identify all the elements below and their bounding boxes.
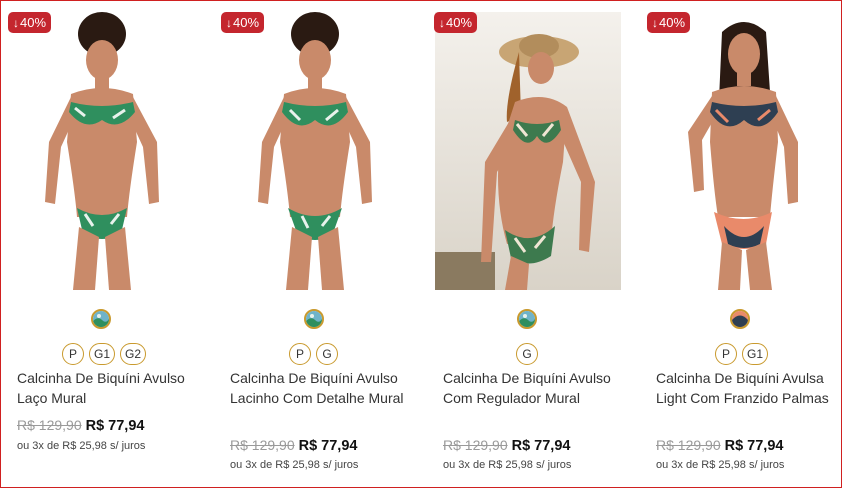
color-swatch[interactable]	[304, 309, 324, 329]
product-card[interactable]: ↓40%	[426, 0, 639, 488]
size-options: P G1	[715, 343, 769, 365]
price-row: R$ 129,90 R$ 77,94	[656, 437, 783, 454]
product-image[interactable]	[648, 12, 834, 290]
product-card[interactable]: ↓40%	[0, 0, 213, 488]
discount-value: 40%	[659, 15, 686, 30]
discount-badge: ↓40%	[8, 12, 52, 33]
green-print-swatch-icon	[306, 311, 322, 327]
current-price: R$ 77,94	[724, 438, 784, 454]
price-row: R$ 129,90 R$ 77,94	[230, 437, 357, 454]
down-arrow-icon: ↓	[439, 16, 445, 30]
old-price: R$ 129,90	[656, 437, 721, 453]
color-swatch[interactable]	[730, 309, 750, 329]
old-price: R$ 129,90	[17, 417, 82, 433]
old-price: R$ 129,90	[443, 437, 508, 453]
price-row: R$ 129,90 R$ 77,94	[443, 437, 570, 454]
price-row: R$ 129,90 R$ 77,94	[17, 417, 144, 434]
product-image[interactable]	[222, 12, 408, 290]
size-option-g[interactable]: G	[516, 343, 538, 365]
discount-value: 40%	[20, 15, 47, 30]
current-price: R$ 77,94	[298, 438, 358, 454]
installments-text: ou 3x de R$ 25,98 s/ juros	[17, 440, 146, 452]
size-option-g1[interactable]: G1	[89, 343, 116, 365]
down-arrow-icon: ↓	[652, 16, 658, 30]
size-options: P G1 G2	[62, 343, 147, 365]
product-grid: ↓40% P G1 G2 Calcinha De Biquíni Avulso …	[0, 0, 842, 488]
product-image[interactable]	[435, 12, 621, 290]
size-option-p[interactable]: P	[715, 343, 737, 365]
green-print-swatch-icon	[93, 311, 109, 327]
size-options: P G	[289, 343, 338, 365]
installments-text: ou 3x de R$ 25,98 s/ juros	[443, 459, 572, 471]
product-name[interactable]: Calcinha De Biquíni Avulso Lacinho Com D…	[230, 368, 410, 408]
discount-badge: ↓40%	[221, 12, 265, 33]
product-name[interactable]: Calcinha De Biquíni Avulso Com Regulador…	[443, 368, 623, 408]
down-arrow-icon: ↓	[226, 16, 232, 30]
installments-text: ou 3x de R$ 25,98 s/ juros	[656, 459, 785, 471]
product-card[interactable]: ↓40% P G1 Calcinha De Biquíni Avulsa Lig…	[639, 0, 842, 488]
size-option-p[interactable]: P	[62, 343, 84, 365]
current-price: R$ 77,94	[511, 438, 571, 454]
product-card[interactable]: ↓40%	[213, 0, 426, 488]
size-option-g[interactable]: G	[316, 343, 338, 365]
discount-badge: ↓40%	[647, 12, 691, 33]
old-price: R$ 129,90	[230, 437, 295, 453]
product-name[interactable]: Calcinha De Biquíni Avulsa Light Com Fra…	[656, 368, 836, 408]
size-options: G	[516, 343, 538, 365]
color-swatch[interactable]	[91, 309, 111, 329]
product-name[interactable]: Calcinha De Biquíni Avulso Laço Mural	[17, 368, 197, 408]
green-print-swatch-icon	[519, 311, 535, 327]
size-option-g1[interactable]: G1	[742, 343, 769, 365]
installments-text: ou 3x de R$ 25,98 s/ juros	[230, 459, 359, 471]
navy-palm-swatch-icon	[732, 311, 748, 327]
color-swatch[interactable]	[517, 309, 537, 329]
discount-badge: ↓40%	[434, 12, 478, 33]
discount-value: 40%	[233, 15, 260, 30]
discount-value: 40%	[446, 15, 473, 30]
size-option-p[interactable]: P	[289, 343, 311, 365]
size-option-g2[interactable]: G2	[120, 343, 147, 365]
down-arrow-icon: ↓	[13, 16, 19, 30]
product-image[interactable]	[9, 12, 195, 290]
current-price: R$ 77,94	[85, 418, 145, 434]
